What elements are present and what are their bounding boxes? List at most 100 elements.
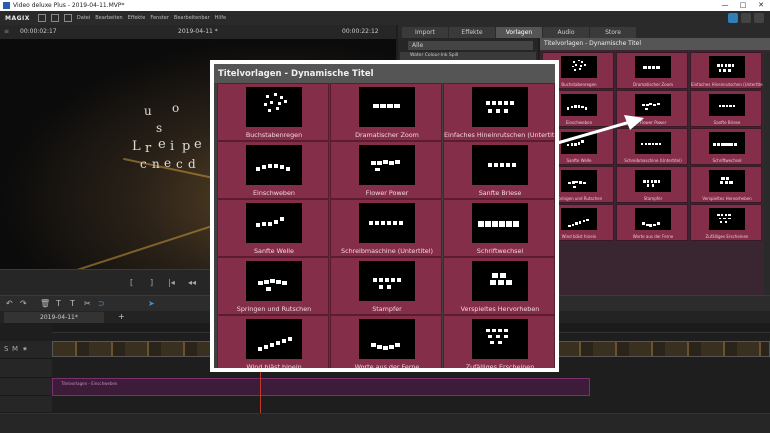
maximize-button[interactable]: □ xyxy=(734,0,752,11)
menu-edit-bar[interactable]: Bearbeitenbar xyxy=(174,15,210,21)
redo-icon[interactable]: ↷ xyxy=(20,299,27,308)
tab-audio[interactable]: Audio xyxy=(543,27,589,38)
text-glyph-block xyxy=(486,101,490,105)
template-tile[interactable]: Flower Power xyxy=(330,141,442,199)
tab-effects[interactable]: Effekte xyxy=(449,27,495,38)
status-bar xyxy=(0,413,770,433)
template-tile[interactable]: Sanfte Briese xyxy=(690,90,762,127)
template-tile[interactable]: Buchstabenregen xyxy=(217,83,329,141)
template-thumbnail xyxy=(472,203,528,243)
track-header-empty xyxy=(0,396,52,413)
tab-project[interactable]: 2019-04-11* xyxy=(4,312,104,323)
category-dropdown[interactable]: Alle xyxy=(408,41,533,50)
text-glyph-block xyxy=(571,181,575,184)
text-glyph-block xyxy=(647,184,650,187)
template-tile[interactable]: Einfaches Hineinrutschen (Untertitel) xyxy=(690,52,763,89)
list-item[interactable]: Water Colour-Ink Spill xyxy=(400,52,536,60)
menu-effects[interactable]: Effekte xyxy=(128,15,146,21)
text-glyph-block xyxy=(571,65,574,68)
mark-out-icon[interactable]: ] xyxy=(150,278,153,287)
new-project-icon[interactable] xyxy=(37,14,46,22)
magix-logo: MAGIX xyxy=(5,14,30,22)
menu-file[interactable]: Datei xyxy=(77,15,90,21)
scrollbar[interactable] xyxy=(764,52,770,295)
text-glyph-block xyxy=(485,221,491,227)
template-tile[interactable]: Zufälliges Erscheinen xyxy=(443,315,555,368)
tab-store[interactable]: Store xyxy=(590,27,636,38)
template-label: Schreibmaschine (Untertitel) xyxy=(341,247,433,255)
solo-button[interactable]: S xyxy=(4,345,8,353)
overlay-letter: s xyxy=(156,121,163,135)
template-tile[interactable]: Schreibmaschine (Untertitel) xyxy=(330,199,442,257)
rewind-icon[interactable]: ◂◂ xyxy=(188,278,196,287)
text-glyph-block xyxy=(258,281,263,285)
mark-in-icon[interactable]: [ xyxy=(130,278,133,287)
template-tile[interactable]: Worte aus der Ferne xyxy=(616,204,688,241)
template-tile[interactable]: Sanfte Welle xyxy=(217,199,329,257)
help-icon[interactable] xyxy=(754,13,764,23)
text-tool-icon[interactable]: T xyxy=(70,299,75,308)
text-glyph-block xyxy=(719,221,723,223)
text-glyph-block xyxy=(722,104,725,108)
overlay-letter: u xyxy=(144,104,152,118)
tab-templates[interactable]: Vorlagen xyxy=(496,27,542,38)
delete-icon[interactable]: 🗑 xyxy=(40,299,50,308)
mute-button[interactable]: M xyxy=(12,345,18,353)
undo-icon[interactable]: ↶ xyxy=(6,299,13,308)
fx-button[interactable]: ⁕ xyxy=(22,345,28,353)
settings-icon[interactable] xyxy=(741,13,751,23)
text-glyph-block xyxy=(264,103,267,106)
save-icon[interactable] xyxy=(63,14,72,22)
text-glyph-block xyxy=(513,221,519,227)
text-glyph-block xyxy=(506,221,512,227)
menu-edit[interactable]: Bearbeiten xyxy=(95,15,122,21)
template-tile[interactable]: Schriftwechsel xyxy=(690,128,762,165)
tab-import[interactable]: Import xyxy=(402,27,448,38)
template-tile[interactable]: Stampfer xyxy=(616,166,688,203)
text-glyph-block xyxy=(712,142,717,147)
text-glyph-block xyxy=(579,68,581,70)
template-label: Schreibmaschine (Untertitel) xyxy=(624,158,682,163)
template-label: Sanfte Briese xyxy=(713,120,741,125)
cut-icon[interactable]: ✂ xyxy=(84,299,91,308)
text-glyph-block xyxy=(728,214,731,216)
text-glyph-block xyxy=(369,221,373,225)
text-glyph-block xyxy=(498,280,504,285)
text-glyph-block xyxy=(724,181,729,185)
pointer-tool-icon[interactable]: ➤ xyxy=(148,299,155,308)
close-button[interactable]: ✕ xyxy=(752,0,770,11)
title-clip[interactable]: Titelvorlagen - Einschweben xyxy=(52,378,590,396)
text-glyph-block xyxy=(728,64,731,67)
template-tile[interactable]: Dramatischer Zoom xyxy=(616,52,688,89)
template-tile[interactable]: Schriftwechsel xyxy=(443,199,555,257)
menu-help[interactable]: Hilfe xyxy=(215,15,226,21)
template-tile[interactable]: Dramatischer Zoom xyxy=(330,83,442,141)
add-tab-button[interactable]: + xyxy=(118,312,125,321)
template-tile[interactable]: Wind bläst hinein xyxy=(217,315,329,368)
previous-marker-icon[interactable]: |◂ xyxy=(168,278,175,287)
text-glyph-block xyxy=(391,278,395,282)
template-tile[interactable]: Einfaches Hineinrutschen (Untertitel) xyxy=(443,83,555,141)
minimize-button[interactable]: — xyxy=(716,0,734,11)
template-tile[interactable]: Sanfte Briese xyxy=(443,141,555,199)
menu-icon[interactable]: ≡ xyxy=(4,28,9,35)
text-glyph-block xyxy=(721,142,725,147)
template-tile[interactable]: Zufälliges Erscheinen xyxy=(690,204,762,241)
template-tile[interactable]: Worte aus der Ferne xyxy=(330,315,442,368)
template-tile[interactable]: Springen und Rutschen xyxy=(217,257,329,315)
template-thumbnail xyxy=(246,87,302,127)
open-folder-icon[interactable] xyxy=(50,14,59,22)
template-thumbnail xyxy=(472,145,528,185)
template-thumbnail xyxy=(709,132,745,154)
template-tile[interactable]: Verspieltes Hervorheben xyxy=(443,257,555,315)
menu-window[interactable]: Fenster xyxy=(150,15,169,21)
template-tile[interactable]: Einschweben xyxy=(217,141,329,199)
template-tile[interactable]: Verspieltes Hervorheben xyxy=(690,166,762,203)
text-glyph-block xyxy=(642,222,646,225)
magnet-icon[interactable]: ⊃ xyxy=(98,299,105,308)
export-icon[interactable] xyxy=(728,13,738,23)
template-tile[interactable]: Stampfer xyxy=(330,257,442,315)
title-icon[interactable]: T xyxy=(56,299,61,308)
text-glyph-block xyxy=(657,180,661,183)
text-glyph-block xyxy=(573,185,576,188)
